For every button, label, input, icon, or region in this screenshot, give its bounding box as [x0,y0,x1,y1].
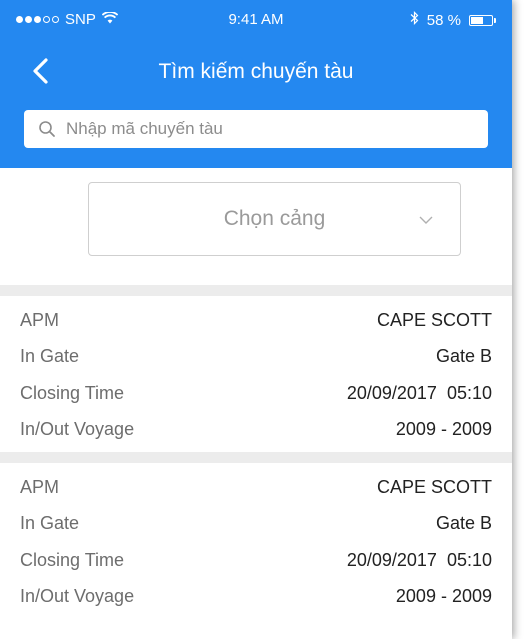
voyage-row-gate: In Gate Gate B [20,506,492,543]
voyage-row-voyage: In/Out Voyage 2009 - 2009 [20,579,492,616]
voyage-row-vessel: APM CAPE SCOTT [20,302,492,339]
search-icon [38,120,56,138]
row-value: CAPE SCOTT [376,309,492,330]
row-value: 20/09/2017 05:10 [346,549,492,570]
row-label: In Gate [20,513,80,534]
row-label: Closing Time [20,382,125,403]
row-value: 20/09/2017 05:10 [346,382,492,403]
port-select-dropdown[interactable]: Chọn cảng [88,182,461,256]
row-label: In Gate [20,346,80,367]
app-screen: SNP 9:41 AM 58 % Tìm kiếm chuyến tàu Nhậ… [0,0,512,639]
row-value: Gate B [435,513,492,534]
voyage-row-closing-time: Closing Time 20/09/2017 05:10 [20,542,492,579]
row-value: 2009 - 2009 [395,586,492,607]
section-separator [0,452,512,463]
chevron-down-icon [418,212,434,228]
search-bar[interactable] [24,110,488,148]
battery-icon [469,14,496,26]
row-label: In/Out Voyage [20,419,135,440]
voyage-row-vessel: APM CAPE SCOTT [20,469,492,506]
row-value: Gate B [435,346,492,367]
app-header: SNP 9:41 AM 58 % Tìm kiếm chuyến tàu Nhậ… [0,0,512,168]
port-filter-area: Chọn cảng [0,168,512,285]
voyage-row-gate: In Gate Gate B [20,339,492,376]
row-value: CAPE SCOTT [376,476,492,497]
bluetooth-icon [410,11,419,29]
voyage-row-voyage: In/Out Voyage 2009 - 2009 [20,412,492,449]
nav-bar: Tìm kiếm chuyến tàu [0,44,512,100]
port-select-label: Chọn cảng [223,207,326,230]
status-right: 58 % [410,11,496,29]
row-label: Closing Time [20,549,125,570]
battery-percent: 58 % [426,11,461,29]
voyage-card[interactable]: APM CAPE SCOTT In Gate Gate B Closing Ti… [0,296,512,452]
voyage-row-closing-time: Closing Time 20/09/2017 05:10 [20,375,492,412]
page-title: Tìm kiếm chuyến tàu [158,60,354,83]
status-bar: SNP 9:41 AM 58 % [0,0,512,44]
row-label: In/Out Voyage [20,586,135,607]
voyage-card[interactable]: APM CAPE SCOTT In Gate Gate B Closing Ti… [0,463,512,619]
row-label: APM [20,309,60,330]
search-input[interactable] [64,118,488,140]
row-value: 2009 - 2009 [395,419,492,440]
section-separator [0,285,512,296]
row-label: APM [20,476,60,497]
